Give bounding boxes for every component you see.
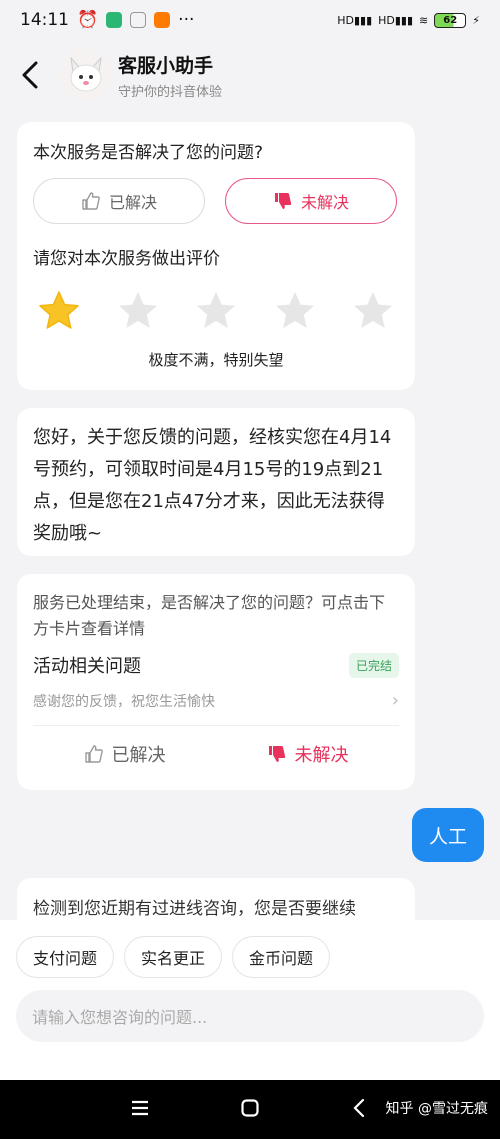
back-button[interactable] <box>0 40 60 110</box>
star-icon-5[interactable] <box>351 289 395 333</box>
thumbs-down-icon <box>268 746 285 762</box>
calendar-icon <box>130 12 147 28</box>
unresolved-label: 未解决 <box>300 193 349 212</box>
menu-icon[interactable] <box>130 1098 150 1118</box>
header-subtitle: 守护你的抖音体验 <box>118 84 223 100</box>
case-intro: 服务已处理结束，是否解决了您的问题？可点击下方卡片查看详情 <box>33 593 386 638</box>
resolved-label: 已解决 <box>108 193 157 212</box>
thumbs-up-icon <box>82 192 100 210</box>
signal-icon: HD▮▮▮ <box>337 13 373 27</box>
thumbs-up-icon <box>84 745 103 763</box>
star-icon-4[interactable] <box>273 289 317 333</box>
chevron-left-icon <box>22 61 38 89</box>
header-title: 客服小助手 <box>118 54 214 77</box>
star-icon-2[interactable] <box>116 289 160 333</box>
chevron-right-icon: › <box>391 690 399 711</box>
resolved-button[interactable]: 已解决 <box>33 178 205 224</box>
agent-message: 您好，关于您反馈的问题，经核实您在4月14号预约，可领取时间是4月15号的19点… <box>17 408 415 556</box>
status-badge: 已完结 <box>348 652 399 678</box>
feedback-card: 本次服务是否解决了您的问题? 已解决 未解决 请您对本次服务做出评价 极度不满，… <box>17 122 415 390</box>
composer-area: 支付问题 实名更正 金币问题 请输入您想咨询的问题... <box>0 920 500 1080</box>
nav-back-icon[interactable] <box>352 1098 366 1118</box>
case-detail-link[interactable]: 活动相关问题 已完结 感谢您的反馈，祝您生活愉快 › <box>33 652 399 711</box>
assistant-avatar[interactable] <box>60 49 112 101</box>
chat-header: 客服小助手 守护你的抖音体验 <box>0 40 500 110</box>
case-resolved-button[interactable]: 已解决 <box>33 741 216 767</box>
status-bar: 14:11 ⏰ ··· HD▮▮▮ HD▮▮▮ ≋ 62 ⚡ <box>0 0 500 40</box>
case-card: 服务已处理结束，是否解决了您的问题？可点击下方卡片查看详情 活动相关问题 已完结… <box>17 574 415 790</box>
signal-icon-2: HD▮▮▮ <box>378 13 414 27</box>
rating-text: 极度不满，特别失望 <box>148 351 284 369</box>
case-resolved-label: 已解决 <box>111 745 166 766</box>
star-rating <box>33 289 399 333</box>
home-icon[interactable] <box>240 1098 260 1118</box>
case-unresolved-label: 未解决 <box>294 745 349 766</box>
quick-chip-coins[interactable]: 金币问题 <box>232 936 331 978</box>
quick-chip-payment[interactable]: 支付问题 <box>16 936 115 978</box>
star-icon-1[interactable] <box>37 289 81 333</box>
mascot-icon <box>70 56 102 92</box>
taobao-icon <box>154 12 171 28</box>
quick-chip-realname[interactable]: 实名更正 <box>124 936 223 978</box>
alarm-icon: ⏰ <box>77 10 99 30</box>
user-message: 人工 <box>412 808 484 862</box>
quick-reply-chips: 支付问题 实名更正 金币问题 <box>16 936 331 978</box>
case-unresolved-button[interactable]: 未解决 <box>216 741 399 767</box>
app-notification-icon <box>106 12 123 28</box>
message-input[interactable]: 请输入您想咨询的问题... <box>16 990 484 1042</box>
status-time: 14:11 <box>20 10 69 30</box>
wifi-icon: ≋ <box>419 13 429 27</box>
charging-icon: ⚡ <box>472 13 480 27</box>
issue-title: 活动相关问题 <box>33 656 141 677</box>
battery-level: 62 <box>443 14 458 26</box>
unresolved-button[interactable]: 未解决 <box>225 178 397 224</box>
issue-desc: 感谢您的反馈，祝您生活愉快 <box>33 693 215 710</box>
star-icon-3[interactable] <box>194 289 238 333</box>
battery-icon: 62 <box>434 12 467 28</box>
rate-prompt: 请您对本次服务做出评价 <box>33 249 220 269</box>
more-notifications-icon: ··· <box>178 10 195 30</box>
thumbs-down-icon <box>274 193 292 209</box>
feedback-question: 本次服务是否解决了您的问题? <box>33 143 264 163</box>
watermark: 知乎 @雪过无痕 <box>385 1101 488 1117</box>
